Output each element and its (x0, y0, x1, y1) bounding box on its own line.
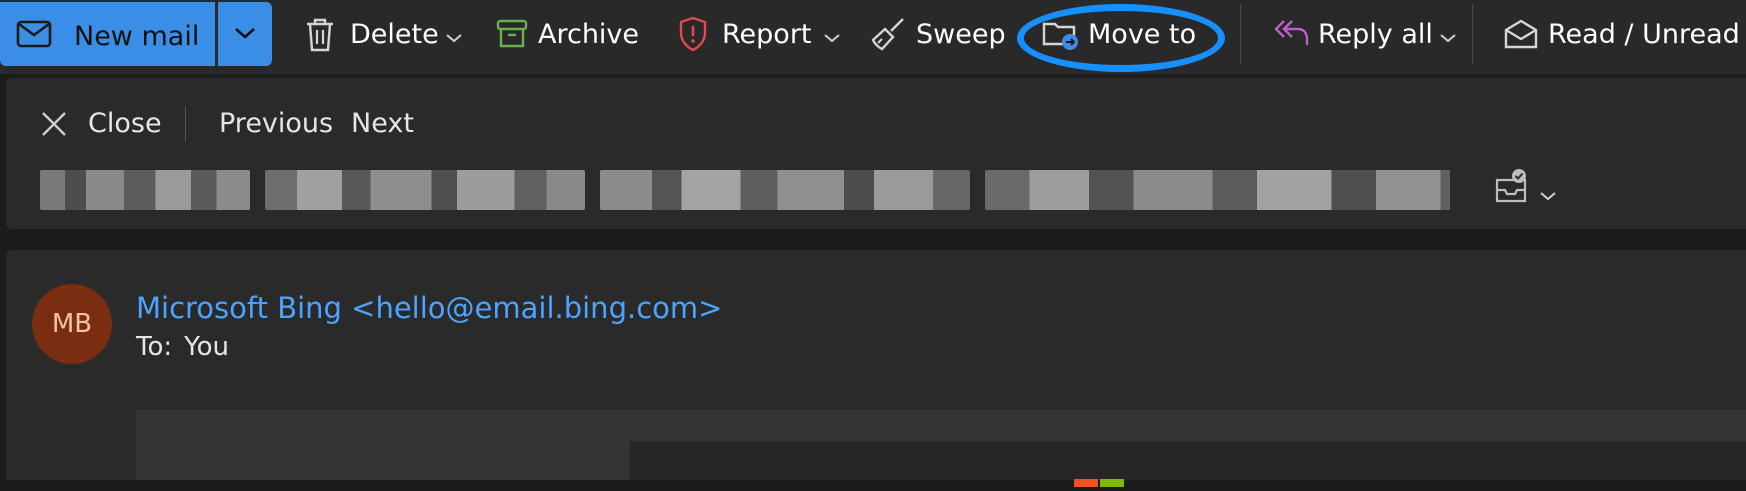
inbox-check-icon[interactable] (1494, 168, 1528, 208)
read-unread-label: Read / Unread (1548, 19, 1740, 50)
reply-all-label: Reply all (1318, 19, 1433, 50)
sender-address[interactable]: Microsoft Bing <hello@email.bing.com> (136, 290, 722, 326)
delete-label: Delete (350, 19, 439, 50)
archive-label: Archive (538, 19, 640, 50)
sweep-button[interactable]: Sweep (868, 0, 1008, 70)
broom-icon (870, 16, 906, 52)
redacted-block (265, 170, 585, 210)
chevron-down-icon[interactable] (1440, 28, 1456, 47)
recipient-name[interactable]: You (184, 332, 229, 362)
next-button[interactable]: Next (351, 107, 414, 141)
redacted-block (600, 170, 970, 210)
move-to-button[interactable]: Move to (1040, 0, 1210, 70)
chevron-down-icon[interactable] (446, 28, 462, 47)
archive-button[interactable]: Archive (494, 0, 639, 70)
new-mail-button[interactable]: New mail (0, 2, 215, 66)
nav-divider (185, 106, 186, 142)
sweep-label: Sweep (916, 19, 1006, 50)
avatar[interactable]: MB (32, 284, 112, 364)
read-unread-button[interactable]: Read / Unread (1504, 0, 1746, 70)
report-label: Report (722, 19, 812, 50)
report-button[interactable]: Report (676, 0, 844, 70)
delete-button[interactable]: Delete (300, 0, 468, 70)
message-body-content (630, 441, 1746, 480)
new-mail-dropdown-button[interactable] (218, 2, 272, 66)
redacted-block (40, 170, 250, 210)
chevron-down-icon[interactable] (824, 28, 840, 47)
folder-move-icon (1042, 18, 1080, 52)
redacted-block (985, 170, 1450, 210)
chevron-down-icon[interactable] (1540, 186, 1556, 205)
envelope-open-icon (1504, 18, 1538, 50)
to-label: To: (136, 332, 173, 362)
archive-icon (496, 18, 528, 50)
chevron-down-icon (234, 26, 256, 40)
recipient-line: To: You (136, 330, 229, 364)
microsoft-logo-icon (1074, 472, 1126, 491)
reply-all-icon (1274, 18, 1310, 48)
previous-button[interactable]: Previous (219, 107, 333, 141)
close-button[interactable]: Close (88, 107, 162, 141)
command-toolbar: New mail Delete Archive Report Sweep Mov… (0, 0, 1746, 74)
toolbar-divider (1472, 4, 1473, 64)
redacted-subject (40, 170, 1450, 210)
mail-icon (16, 20, 52, 48)
new-mail-label: New mail (74, 21, 200, 52)
reply-all-button[interactable]: Reply all (1272, 0, 1462, 70)
close-icon[interactable] (40, 110, 68, 142)
shield-icon (678, 16, 708, 52)
move-to-label: Move to (1088, 19, 1197, 50)
trash-icon (304, 17, 336, 53)
toolbar-divider (1240, 4, 1241, 64)
